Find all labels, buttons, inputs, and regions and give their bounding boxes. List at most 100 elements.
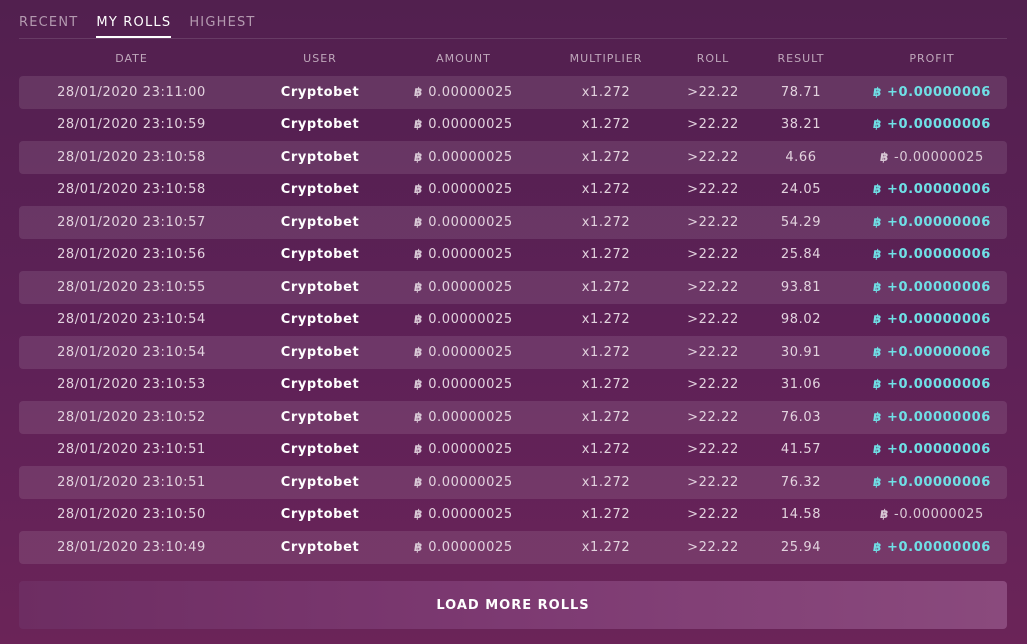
roll-user[interactable]: Cryptobet bbox=[244, 410, 396, 425]
roll-amount-value: 0.00000025 bbox=[428, 279, 513, 295]
roll-target: >22.22 bbox=[687, 247, 739, 263]
roll-profit-value: +0.00000006 bbox=[887, 214, 991, 230]
roll-result: 78.71 bbox=[780, 84, 822, 100]
roll-profit: ฿ +0.00000006 bbox=[857, 182, 1007, 197]
roll-date: 28/01/2020 23:11:00 bbox=[57, 84, 206, 100]
roll-user[interactable]: Cryptobet bbox=[244, 540, 396, 555]
bitcoin-icon: ฿ bbox=[413, 247, 425, 262]
roll-user[interactable]: Cryptobet bbox=[244, 507, 396, 522]
column-header-roll: ROLL bbox=[696, 52, 730, 65]
roll-result: 76.32 bbox=[780, 474, 822, 490]
bitcoin-icon: ฿ bbox=[872, 117, 884, 132]
roll-amount-value: 0.00000025 bbox=[428, 377, 513, 393]
tab-highest[interactable]: HIGHEST bbox=[189, 0, 255, 36]
roll-amount: ฿ 0.00000025 bbox=[396, 507, 531, 522]
tab-my-rolls[interactable]: MY ROLLS bbox=[96, 0, 172, 38]
roll-multiplier: x1.272 bbox=[581, 474, 631, 490]
roll-amount-value: 0.00000025 bbox=[428, 409, 513, 425]
roll-result: 4.66 bbox=[785, 149, 817, 165]
roll-amount: ฿ 0.00000025 bbox=[396, 312, 531, 327]
roll-profit: ฿ +0.00000006 bbox=[857, 345, 1007, 360]
roll-profit-value: +0.00000006 bbox=[887, 247, 991, 263]
roll-user[interactable]: Cryptobet bbox=[244, 117, 396, 132]
bitcoin-icon: ฿ bbox=[413, 279, 425, 294]
roll-result: 38.21 bbox=[780, 117, 822, 133]
roll-target: >22.22 bbox=[687, 182, 739, 198]
roll-multiplier: x1.272 bbox=[581, 442, 631, 458]
column-header-amount: AMOUNT bbox=[436, 52, 491, 65]
roll-profit-value: +0.00000006 bbox=[887, 117, 991, 133]
roll-profit: ฿ +0.00000006 bbox=[857, 280, 1007, 295]
roll-target: >22.22 bbox=[687, 539, 739, 555]
roll-multiplier: x1.272 bbox=[581, 214, 631, 230]
roll-multiplier: x1.272 bbox=[581, 84, 631, 100]
roll-user[interactable]: Cryptobet bbox=[244, 247, 396, 262]
roll-profit: ฿ +0.00000006 bbox=[857, 247, 1007, 262]
roll-amount: ฿ 0.00000025 bbox=[396, 377, 531, 392]
roll-profit: ฿ +0.00000006 bbox=[857, 442, 1007, 457]
roll-user[interactable]: Cryptobet bbox=[244, 85, 396, 100]
table-row: 28/01/2020 23:10:52 Cryptobet ฿ 0.00000025 x… bbox=[19, 401, 1007, 434]
roll-amount: ฿ 0.00000025 bbox=[396, 85, 531, 100]
roll-multiplier: x1.272 bbox=[581, 539, 631, 555]
roll-target: >22.22 bbox=[687, 474, 739, 490]
roll-user[interactable]: Cryptobet bbox=[244, 215, 396, 230]
tab-recent[interactable]: RECENT bbox=[19, 0, 78, 36]
table-row: 28/01/2020 23:10:55 Cryptobet ฿ 0.00000025 x… bbox=[19, 271, 1007, 304]
load-more-rolls-button[interactable]: LOAD MORE ROLLS bbox=[19, 581, 1007, 629]
roll-target: >22.22 bbox=[687, 507, 739, 523]
roll-multiplier: x1.272 bbox=[581, 507, 631, 523]
roll-amount: ฿ 0.00000025 bbox=[396, 215, 531, 230]
roll-target: >22.22 bbox=[687, 409, 739, 425]
roll-user[interactable]: Cryptobet bbox=[244, 475, 396, 490]
roll-amount: ฿ 0.00000025 bbox=[396, 345, 531, 360]
column-header-multiplier: MULTIPLIER bbox=[569, 52, 643, 65]
roll-user[interactable]: Cryptobet bbox=[244, 312, 396, 327]
roll-date: 28/01/2020 23:10:54 bbox=[57, 344, 206, 360]
bitcoin-icon: ฿ bbox=[413, 84, 425, 99]
roll-amount-value: 0.00000025 bbox=[428, 507, 513, 523]
roll-user[interactable]: Cryptobet bbox=[244, 280, 396, 295]
roll-user[interactable]: Cryptobet bbox=[244, 150, 396, 165]
roll-amount: ฿ 0.00000025 bbox=[396, 540, 531, 555]
table-row: 28/01/2020 23:11:00 Cryptobet ฿ 0.00000025 x… bbox=[19, 76, 1007, 109]
roll-result: 14.58 bbox=[780, 507, 822, 523]
table-row: 28/01/2020 23:10:49 Cryptobet ฿ 0.00000025 x… bbox=[19, 531, 1007, 564]
roll-profit: ฿ +0.00000006 bbox=[857, 410, 1007, 425]
table-row: 28/01/2020 23:10:59 Cryptobet ฿ 0.00000025 x… bbox=[19, 109, 1007, 142]
roll-amount: ฿ 0.00000025 bbox=[396, 247, 531, 262]
roll-multiplier: x1.272 bbox=[581, 279, 631, 295]
bitcoin-icon: ฿ bbox=[413, 214, 425, 229]
roll-multiplier: x1.272 bbox=[581, 117, 631, 133]
rolls-tabs: RECENT MY ROLLS HIGHEST bbox=[19, 0, 1007, 39]
roll-multiplier: x1.272 bbox=[581, 182, 631, 198]
roll-target: >22.22 bbox=[687, 214, 739, 230]
roll-amount-value: 0.00000025 bbox=[428, 312, 513, 328]
roll-result: 30.91 bbox=[780, 344, 822, 360]
bitcoin-icon: ฿ bbox=[872, 409, 884, 424]
roll-target: >22.22 bbox=[687, 312, 739, 328]
roll-user[interactable]: Cryptobet bbox=[244, 377, 396, 392]
roll-user[interactable]: Cryptobet bbox=[244, 442, 396, 457]
table-row: 28/01/2020 23:10:53 Cryptobet ฿ 0.00000025 x… bbox=[19, 369, 1007, 402]
roll-amount-value: 0.00000025 bbox=[428, 84, 513, 100]
bitcoin-icon: ฿ bbox=[413, 377, 425, 392]
bitcoin-icon: ฿ bbox=[413, 149, 425, 164]
bitcoin-icon: ฿ bbox=[872, 279, 884, 294]
roll-profit: ฿ +0.00000006 bbox=[857, 117, 1007, 132]
bitcoin-icon: ฿ bbox=[413, 507, 425, 522]
bitcoin-icon: ฿ bbox=[413, 474, 425, 489]
table-row: 28/01/2020 23:10:57 Cryptobet ฿ 0.00000025 x… bbox=[19, 206, 1007, 239]
table-row: 28/01/2020 23:10:51 Cryptobet ฿ 0.00000025 x… bbox=[19, 434, 1007, 467]
roll-profit: ฿ +0.00000006 bbox=[857, 475, 1007, 490]
bitcoin-icon: ฿ bbox=[413, 312, 425, 327]
roll-profit: ฿ +0.00000006 bbox=[857, 540, 1007, 555]
bitcoin-icon: ฿ bbox=[872, 312, 884, 327]
roll-user[interactable]: Cryptobet bbox=[244, 345, 396, 360]
roll-user[interactable]: Cryptobet bbox=[244, 182, 396, 197]
roll-amount-value: 0.00000025 bbox=[428, 214, 513, 230]
roll-profit: ฿ +0.00000006 bbox=[857, 377, 1007, 392]
bitcoin-icon: ฿ bbox=[413, 539, 425, 554]
bitcoin-icon: ฿ bbox=[872, 247, 884, 262]
bitcoin-icon: ฿ bbox=[879, 507, 891, 522]
